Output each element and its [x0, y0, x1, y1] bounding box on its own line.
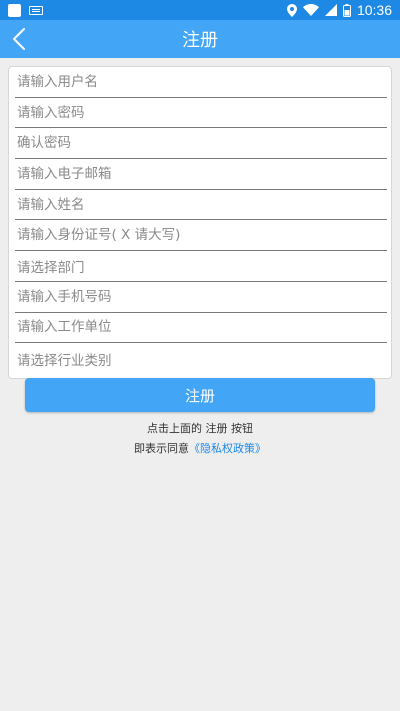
- confirm-password-input[interactable]: [17, 128, 387, 159]
- id-number-field-row: [15, 220, 387, 252]
- password-input[interactable]: [17, 97, 387, 128]
- department-field-row: 请选择部门: [15, 251, 387, 282]
- keyboard-icon: [29, 5, 43, 15]
- id-number-input[interactable]: [17, 220, 387, 251]
- notification-square-icon: [8, 3, 21, 17]
- register-button[interactable]: 注册: [25, 378, 375, 412]
- agreement-prefix: 即表示同意: [134, 442, 189, 455]
- department-select[interactable]: 请选择部门: [17, 256, 387, 276]
- email-input[interactable]: [17, 159, 387, 189]
- agreement-line: 即表示同意《隐私权政策》: [0, 440, 400, 456]
- email-field-row: [15, 159, 387, 190]
- workplace-field-row: [15, 312, 387, 344]
- page-title: 注册: [182, 30, 218, 51]
- chevron-left-icon: [13, 28, 25, 50]
- registration-form: 请选择部门 请选择行业类别: [8, 66, 392, 379]
- phone-field-row: [15, 281, 387, 313]
- confirm-password-field-row: [15, 128, 387, 160]
- name-input[interactable]: [17, 189, 387, 220]
- status-time: 10:36: [356, 2, 392, 18]
- back-button[interactable]: [6, 25, 32, 53]
- phone-input[interactable]: [17, 281, 387, 312]
- battery-icon: [342, 3, 351, 17]
- register-hint: 点击上面的 注册 按钮: [147, 422, 253, 435]
- name-field-row: [15, 189, 387, 221]
- workplace-input[interactable]: [17, 312, 387, 343]
- privacy-policy-link[interactable]: 《隐私权政策》: [189, 442, 266, 455]
- username-input[interactable]: [17, 67, 387, 97]
- username-field-row: [15, 67, 387, 98]
- status-right: 10:36: [286, 2, 392, 18]
- signal-icon: [324, 4, 337, 16]
- password-field-row: [15, 97, 387, 129]
- status-bar: 10:36: [0, 0, 400, 20]
- location-icon: [286, 3, 297, 17]
- app-bar: 注册: [0, 20, 400, 58]
- industry-field-row: 请选择行业类别: [15, 343, 387, 374]
- wifi-icon: [302, 4, 319, 16]
- industry-select[interactable]: 请选择行业类别: [17, 349, 387, 369]
- status-left: [8, 3, 43, 17]
